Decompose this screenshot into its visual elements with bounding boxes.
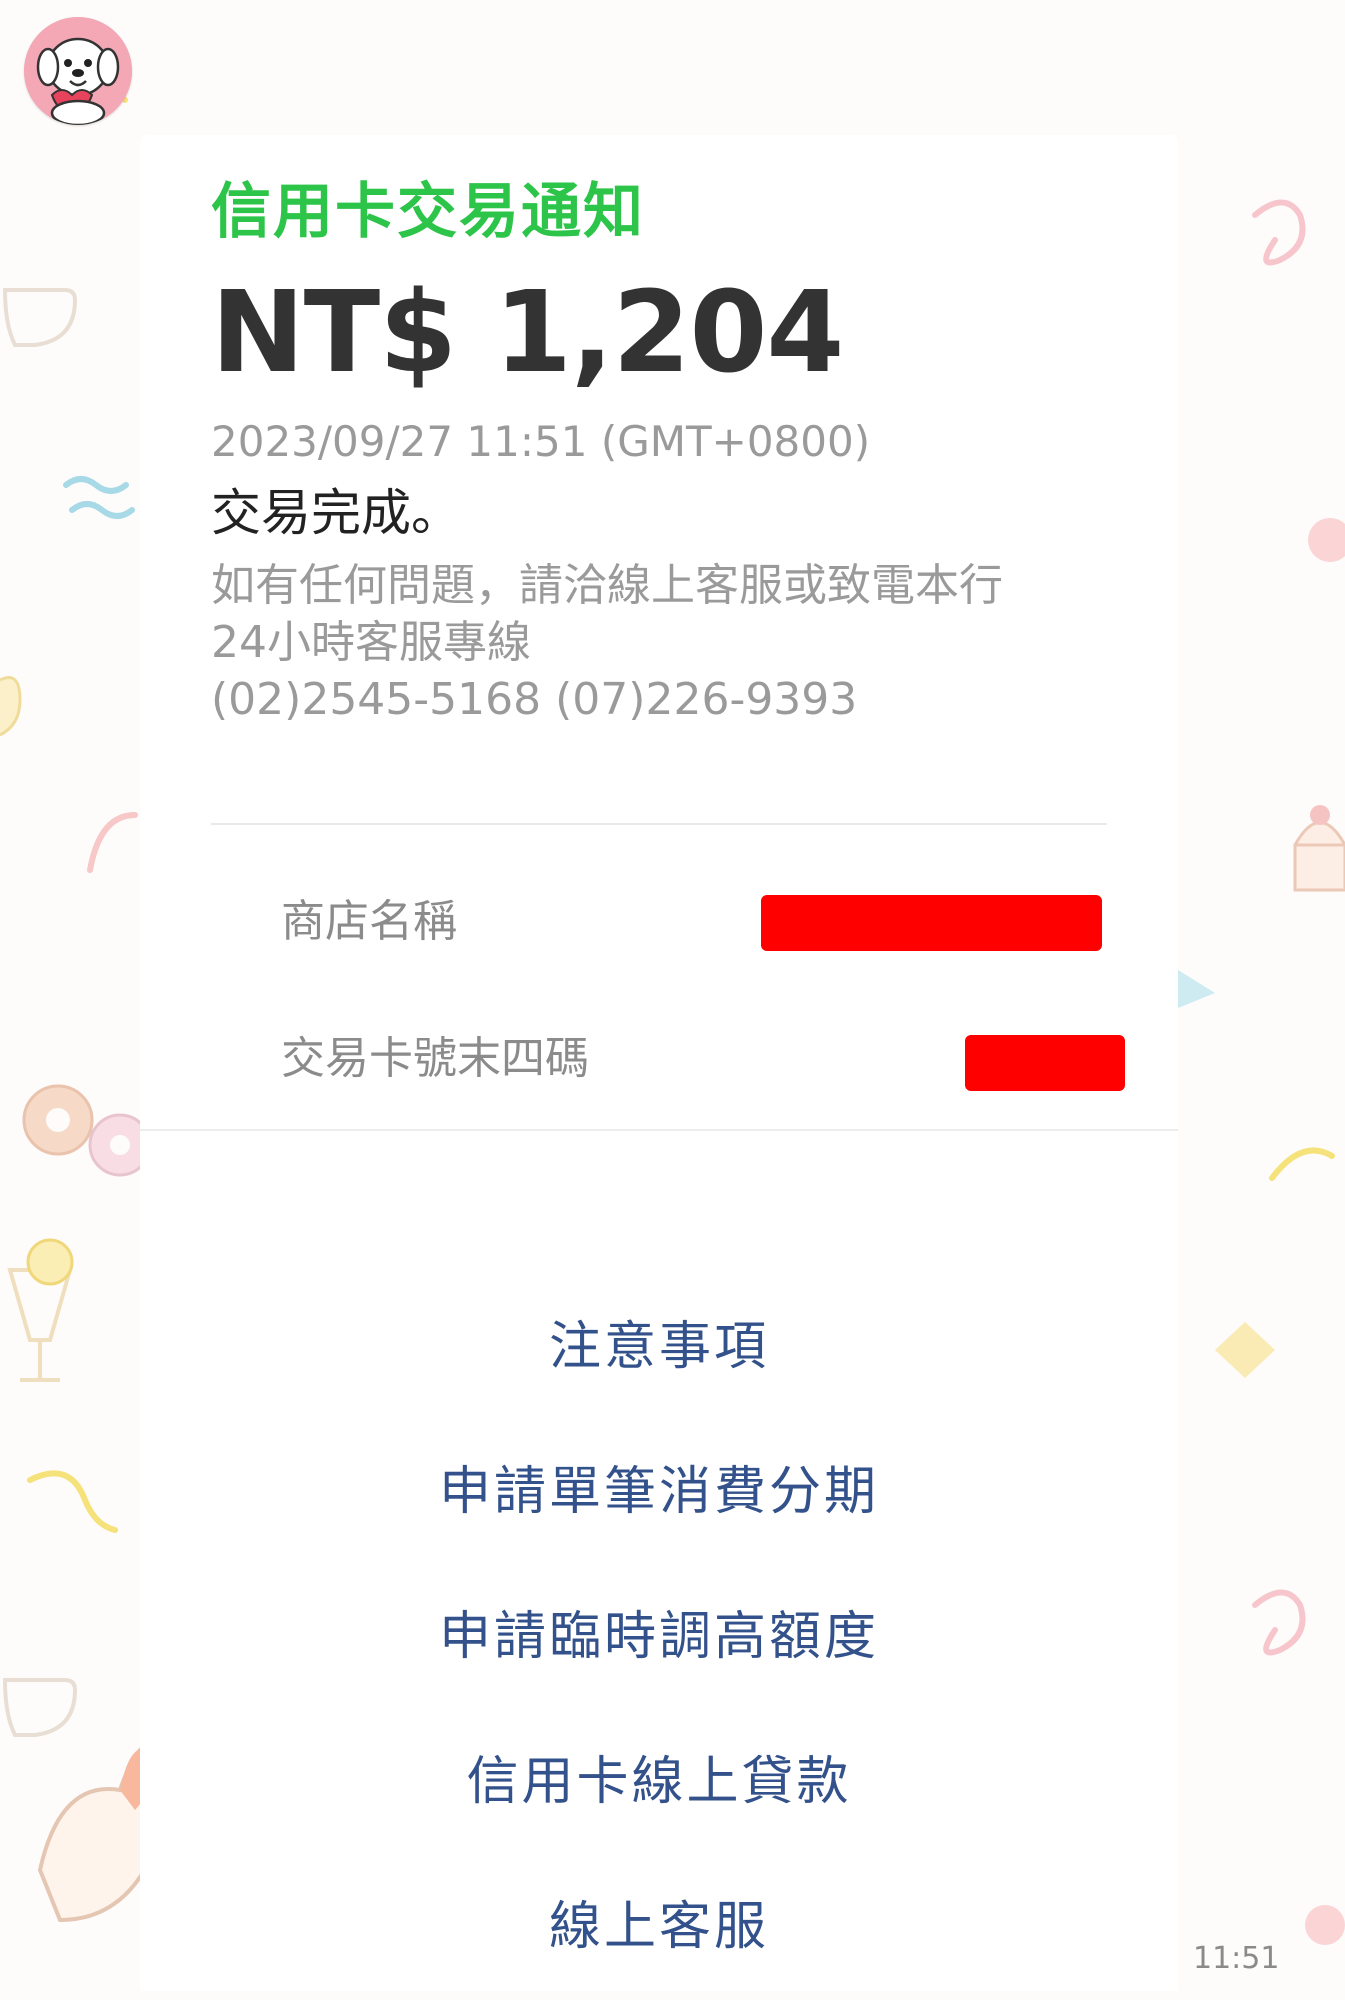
lemon-icon [26, 1238, 74, 1286]
sender-avatar[interactable] [24, 17, 132, 125]
dot-icon [1305, 1905, 1345, 1945]
transaction-amount: NT$ 1,204 [211, 268, 844, 398]
drink-icon [7, 1268, 73, 1382]
diamond-icon [1215, 1322, 1275, 1378]
card-last-four-redacted [965, 1035, 1125, 1091]
icecream-icon [0, 676, 22, 737]
action-buttons: 注意事項 申請單筆消費分期 申請臨時調高額度 信用卡線上貸款 線上客服 [140, 1275, 1178, 2000]
installment-request-button[interactable]: 申請單筆消費分期 [140, 1420, 1178, 1565]
squiggle-icon [1252, 199, 1306, 266]
transaction-datetime: 2023/09/27 11:51 (GMT+0800) [211, 417, 871, 466]
details-divider [140, 1129, 1178, 1131]
arc-icon [1269, 1147, 1335, 1181]
puppy-avatar-icon [24, 17, 132, 125]
header-divider [211, 823, 1107, 825]
online-support-button[interactable]: 線上客服 [140, 1855, 1178, 2000]
dot-icon [1308, 518, 1345, 562]
cup-icon [2, 1678, 78, 1737]
transaction-notification-card: 信用卡交易通知 NT$ 1,204 2023/09/27 11:51 (GMT+… [140, 135, 1178, 1991]
message-timestamp: 11:51 [1193, 1941, 1280, 1976]
online-loan-button[interactable]: 信用卡線上貸款 [140, 1710, 1178, 1855]
support-hotline-label: 24小時客服專線 [211, 617, 531, 668]
support-notice-line: 如有任何問題，請洽線上客服或致電本行 [211, 560, 1003, 611]
notes-button[interactable]: 注意事項 [140, 1275, 1178, 1420]
triangle-icon [1178, 970, 1215, 1008]
card-title: 信用卡交易通知 [211, 177, 645, 247]
support-notice: 如有任何問題，請洽線上客服或致電本行 24小時客服專線 (02)2545-516… [211, 557, 1111, 728]
support-hotline-numbers: (02)2545-5168 (07)226-9393 [211, 674, 858, 725]
arc-icon [27, 1470, 118, 1533]
cup-icon [2, 288, 78, 347]
arc-icon [87, 812, 138, 873]
temporary-credit-increase-button[interactable]: 申請臨時調高額度 [140, 1565, 1178, 1710]
card-header: 信用卡交易通知 NT$ 1,204 2023/09/27 11:51 (GMT+… [211, 175, 1111, 728]
card-last-four-label: 交易卡號末四碼 [281, 1033, 589, 1084]
transaction-status: 交易完成。 [211, 484, 461, 542]
squiggle-icon [1252, 1589, 1306, 1656]
wave-icon [63, 476, 135, 519]
cake-icon [1293, 821, 1345, 892]
store-name-label: 商店名稱 [281, 896, 457, 947]
store-name-redacted [761, 895, 1102, 951]
